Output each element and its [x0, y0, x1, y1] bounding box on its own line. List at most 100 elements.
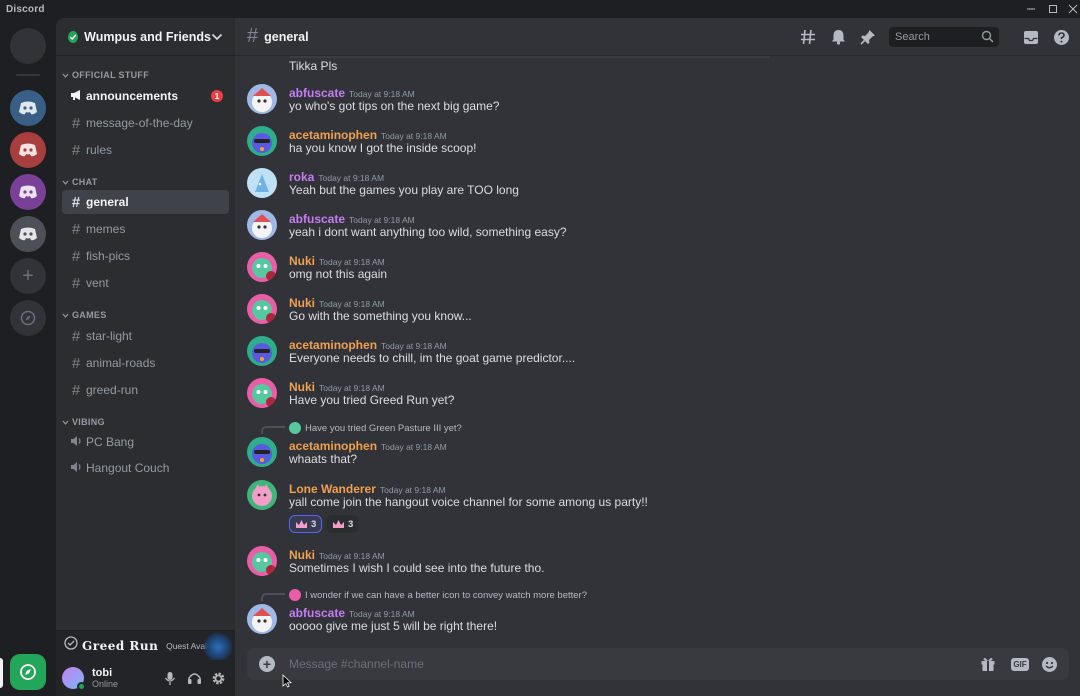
message-author[interactable]: acetaminophen	[289, 128, 377, 142]
channel-message-of-the-day[interactable]: # message-of-the-day	[62, 111, 229, 135]
channel-memes[interactable]: # memes	[62, 217, 229, 241]
message-author[interactable]: abfuscate	[289, 606, 345, 620]
inbox-icon[interactable]	[1022, 28, 1040, 46]
reaction-chip[interactable]: 3	[289, 515, 323, 533]
message-author[interactable]: Lone Wanderer	[289, 482, 376, 496]
message-author[interactable]: abfuscate	[289, 212, 345, 226]
help-icon[interactable]	[1052, 28, 1070, 46]
voice-channel-pc-bang[interactable]: PC Bang	[62, 430, 229, 454]
username: tobi	[92, 667, 113, 679]
gif-picker-button[interactable]: GIF	[1009, 655, 1031, 673]
reply-avatar	[289, 422, 301, 434]
add-server-button[interactable]: +	[10, 258, 46, 294]
crown-emoji-icon	[296, 520, 307, 528]
avatar[interactable]	[62, 667, 86, 691]
server-rail: +	[0, 18, 56, 696]
channel-general[interactable]: # general	[62, 190, 229, 214]
user-info[interactable]: tobi Online	[92, 667, 118, 689]
channel-vent[interactable]: # vent	[62, 271, 229, 295]
category-chat[interactable]: CHAT	[62, 177, 98, 187]
message-author[interactable]: Nuki	[289, 296, 315, 310]
message-author[interactable]: acetaminophen	[289, 338, 377, 352]
avatar[interactable]	[247, 437, 277, 467]
voice-channel-hangout-couch[interactable]: Hangout Couch	[62, 456, 229, 480]
message-text: yeah i dont want anything too wild, some…	[289, 225, 567, 239]
category-label: GAMES	[72, 310, 107, 320]
quest-banner[interactable]: Greed Run Quest Available	[56, 630, 235, 662]
discord-logo-icon	[19, 185, 37, 199]
channel-rules[interactable]: # rules	[62, 138, 229, 162]
avatar[interactable]	[247, 480, 277, 510]
bell-icon[interactable]	[829, 28, 847, 46]
server-icon-red[interactable]	[10, 132, 46, 168]
reply-preview[interactable]: I wonder if we can have a better icon to…	[289, 589, 587, 601]
category-official-stuff[interactable]: OFFICIAL STUFF	[62, 70, 149, 80]
avatar[interactable]	[247, 126, 277, 156]
message-author[interactable]: Nuki	[289, 548, 315, 562]
channel-greed-run[interactable]: # greed-run	[62, 378, 229, 402]
avatar[interactable]	[247, 168, 277, 198]
headphones-icon[interactable]	[186, 670, 202, 686]
channel-title: general	[264, 29, 309, 44]
message-list: Tikka Pls abfuscate Today at 9:18 AM yo w…	[235, 56, 1080, 648]
activity-app-button[interactable]	[10, 654, 46, 690]
avatar[interactable]	[247, 604, 277, 634]
gift-icon[interactable]	[979, 655, 997, 673]
channel-star-light[interactable]: # star-light	[62, 324, 229, 348]
reaction-chip[interactable]: 3	[326, 515, 360, 533]
message-text: Yeah but the games you play are TOO long	[289, 183, 519, 197]
channel-animal-roads[interactable]: # animal-roads	[62, 351, 229, 375]
message-author[interactable]: roka	[289, 170, 314, 184]
gear-icon[interactable]	[210, 670, 226, 686]
discover-button[interactable]	[10, 300, 46, 336]
close-button[interactable]	[1062, 0, 1080, 18]
microphone-icon[interactable]	[162, 670, 178, 686]
avatar[interactable]	[247, 294, 277, 324]
category-games[interactable]: GAMES	[62, 310, 107, 320]
guild-header[interactable]: Wumpus and Friends	[56, 18, 235, 56]
message-author[interactable]: acetaminophen	[289, 439, 377, 453]
channel-announcements[interactable]: announcements 1	[62, 84, 229, 108]
app-title: Discord	[6, 3, 45, 15]
avatar[interactable]	[247, 378, 277, 408]
reply-preview[interactable]: Have you tried Green Pasture III yet?	[289, 422, 462, 434]
discord-logo-icon	[19, 143, 37, 157]
search-icon	[981, 30, 994, 46]
avatar[interactable]	[247, 84, 277, 114]
user-status: Online	[92, 679, 119, 689]
emoji-icon[interactable]	[1040, 655, 1058, 673]
category-label: OFFICIAL STUFF	[72, 70, 150, 80]
message-timestamp: Today at 9:18 AM	[379, 485, 446, 495]
message-author[interactable]: Nuki	[289, 380, 315, 394]
avatar[interactable]	[247, 252, 277, 282]
channel-fish-pics[interactable]: # fish-pics	[62, 244, 229, 268]
unread-badge: 1	[211, 90, 223, 102]
online-status-icon	[77, 682, 86, 691]
minimize-button[interactable]	[1020, 0, 1042, 18]
search-input[interactable]: Search	[889, 27, 999, 47]
message-text: whaats that?	[289, 452, 358, 466]
channel-label: star-light	[86, 329, 133, 343]
attach-plus-button[interactable]: +	[259, 656, 275, 672]
avatar[interactable]	[247, 210, 277, 240]
pin-icon[interactable]	[859, 28, 877, 46]
mouse-cursor-icon	[282, 674, 292, 688]
maximize-button[interactable]	[1042, 0, 1064, 18]
avatar[interactable]	[247, 546, 277, 576]
channel-label: announcements	[86, 89, 179, 103]
user-panel: tobi Online	[56, 660, 235, 696]
server-icon-gray[interactable]	[10, 216, 46, 252]
threads-icon[interactable]	[799, 28, 817, 46]
server-icon-blue[interactable]	[10, 90, 46, 126]
message-author[interactable]: abfuscate	[289, 86, 345, 100]
home-button[interactable]	[10, 28, 46, 64]
message-input[interactable]: Message #channel-name	[289, 657, 424, 671]
rail-divider	[16, 74, 40, 76]
server-icon-purple[interactable]	[10, 174, 46, 210]
message-text: omg not this again	[289, 267, 388, 281]
discord-logo-icon	[19, 101, 37, 115]
chevron-down-icon	[62, 73, 69, 78]
message-author[interactable]: Nuki	[289, 254, 315, 268]
category-vibing[interactable]: VIBING	[62, 417, 105, 427]
avatar[interactable]	[247, 336, 277, 366]
